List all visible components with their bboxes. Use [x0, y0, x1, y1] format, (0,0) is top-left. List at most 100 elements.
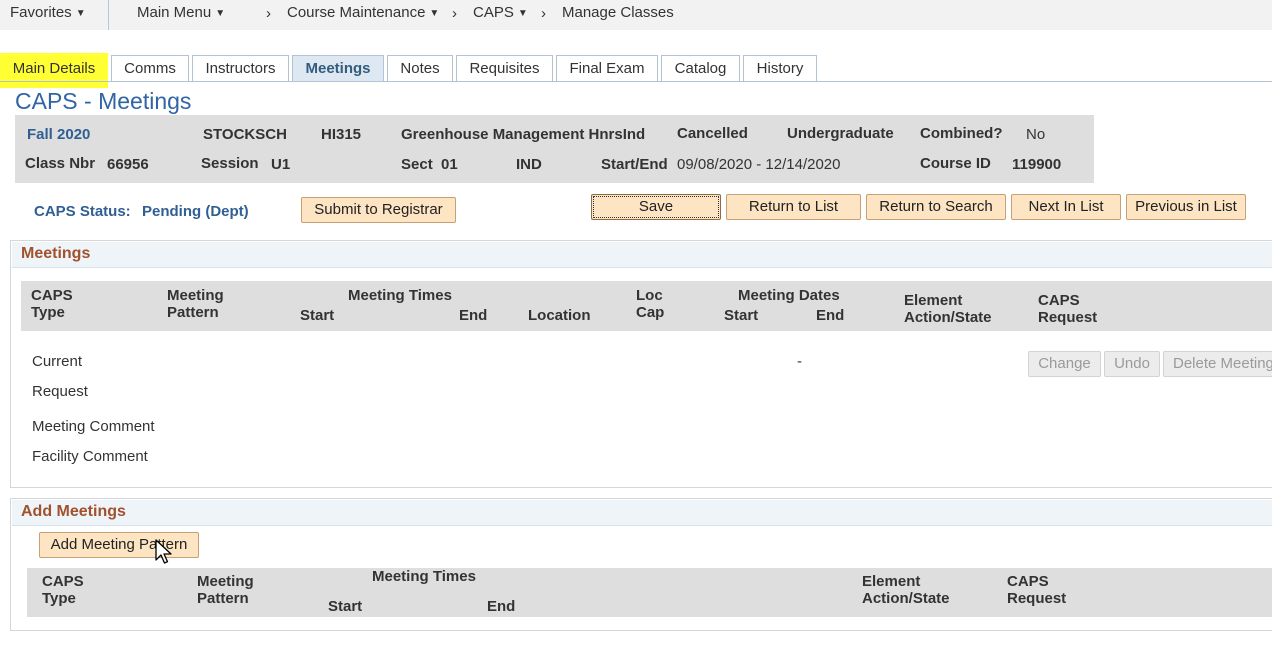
col-type: Type [42, 590, 76, 607]
page-title: CAPS - Meetings [15, 88, 192, 114]
catalog-number: HI315 [321, 126, 362, 143]
class-nbr-label: Class Nbr [25, 155, 96, 172]
col-caps: CAPS [1007, 573, 1049, 590]
breadcrumb-manage-classes[interactable]: Manage Classes [562, 4, 674, 21]
tab-notes[interactable]: Notes [387, 55, 453, 82]
add-meetings-section-header: Add Meetings [12, 500, 1272, 526]
caps-status-value: Pending (Dept) [142, 203, 249, 220]
favorites-menu[interactable]: Favorites ▼ [10, 4, 86, 21]
breadcrumb-course-maintenance[interactable]: Course Maintenance ▼ [287, 4, 439, 21]
chevron-right-icon: › [452, 5, 457, 22]
subject: STOCKSCH [203, 126, 287, 143]
breadcrumb-caps[interactable]: CAPS ▼ [473, 4, 528, 21]
mouse-pointer-icon [155, 539, 172, 564]
nav-divider [108, 0, 109, 30]
add-meetings-grid-header: CAPS Type Meeting Pattern Meeting Times St… [27, 568, 1272, 617]
add-meetings-section-title: Add Meetings [21, 503, 126, 520]
col-request: Request [1007, 590, 1067, 607]
col-meeting: Meeting [197, 573, 254, 590]
main-menu[interactable]: Main Menu ▼ [137, 4, 225, 21]
meetings-section-title: Meetings [21, 245, 91, 262]
col-times-start: Start [300, 307, 335, 324]
caret-down-icon: ▼ [75, 8, 86, 19]
add-meeting-pattern-button[interactable]: Add Meeting Pattern [39, 532, 199, 558]
start-end-value: 09/08/2020 - 12/14/2020 [677, 156, 841, 173]
breadcrumb-label: CAPS [473, 4, 514, 21]
row-meeting-comment-label: Meeting Comment [32, 418, 155, 435]
meetings-section-header: Meetings [12, 242, 1272, 268]
col-element: Element [904, 292, 963, 309]
tab-comms[interactable]: Comms [111, 55, 189, 82]
sect-label: Sect [401, 156, 433, 173]
meeting-dates-dash: - [797, 353, 802, 370]
tab-baseline [0, 81, 1272, 82]
col-caps-request: CAPS Request [1007, 573, 1066, 607]
tab-requisites[interactable]: Requisites [456, 55, 553, 82]
col-pattern: Pattern [167, 304, 219, 321]
breadcrumb-label: Manage Classes [562, 4, 674, 21]
caret-down-icon: ▼ [215, 8, 226, 19]
save-button[interactable]: Save [591, 194, 721, 220]
main-menu-label: Main Menu [137, 4, 212, 21]
sect-value: 01 [441, 156, 458, 173]
meetings-section: Meetings CAPS Type Meeting Pattern Meeting… [10, 240, 1272, 488]
tab-main-details[interactable]: Main Details [0, 53, 108, 88]
col-element-action: Element Action/State [862, 573, 950, 607]
col-loc-cap: Loc Cap [636, 287, 664, 321]
session-label: Session [201, 155, 259, 172]
return-to-search-button[interactable]: Return to Search [866, 194, 1006, 220]
term: Fall 2020 [27, 126, 91, 143]
col-action-state: Action/State [862, 590, 950, 607]
class-status: Cancelled [677, 125, 748, 142]
col-times-end: End [487, 598, 516, 615]
chevron-right-icon: › [541, 5, 546, 22]
submit-to-registrar-button[interactable]: Submit to Registrar [301, 197, 456, 223]
breadcrumb-label: Course Maintenance [287, 4, 426, 21]
tab-final-exam[interactable]: Final Exam [556, 55, 658, 82]
tab-catalog[interactable]: Catalog [661, 55, 740, 82]
add-meetings-section: Add Meetings Add Meeting Pattern CAPS Typ… [10, 498, 1272, 631]
chevron-right-icon: › [266, 5, 271, 22]
tab-meetings[interactable]: Meetings [292, 55, 384, 82]
class-header-box: Fall 2020 STOCKSCH HI315 Greenhouse Mana… [15, 115, 1094, 183]
row-current-label: Current [32, 353, 83, 370]
next-in-list-button[interactable]: Next In List [1011, 194, 1121, 220]
col-meeting-pattern: Meeting Pattern [197, 573, 254, 607]
col-meeting-times: Meeting Times [372, 568, 476, 585]
row-facility-comment-label: Facility Comment [32, 448, 148, 465]
col-caps: CAPS [42, 573, 84, 590]
combined-value: No [1026, 126, 1046, 143]
previous-in-list-button[interactable]: Previous in List [1126, 194, 1246, 220]
favorites-label: Favorites [10, 4, 72, 21]
class-nbr-value: 66956 [107, 156, 149, 173]
col-element-action: Element Action/State [904, 292, 992, 326]
caps-status-label: CAPS Status: [34, 203, 131, 220]
course-id-label: Course ID [920, 155, 991, 172]
change-button[interactable]: Change [1028, 351, 1101, 377]
undo-button[interactable]: Undo [1104, 351, 1160, 377]
caret-down-icon: ▼ [429, 8, 440, 19]
combined-label: Combined? [920, 125, 1003, 142]
top-nav-bar: Favorites ▼ Main Menu ▼ › Course Maintenan… [0, 0, 1272, 30]
component: IND [516, 156, 542, 173]
course-id-value: 119900 [1012, 156, 1062, 173]
col-type: Type [31, 304, 65, 321]
col-meeting-dates: Meeting Dates [738, 287, 840, 304]
return-to-list-button[interactable]: Return to List [726, 194, 861, 220]
delete-meeting-button[interactable]: Delete Meeting [1163, 351, 1272, 377]
tab-history[interactable]: History [743, 55, 817, 82]
caret-down-icon: ▼ [517, 8, 528, 19]
col-caps: CAPS [1038, 292, 1080, 309]
col-meeting-pattern: Meeting Pattern [167, 287, 224, 321]
col-caps-type: CAPS Type [31, 287, 73, 321]
col-caps-request: CAPS Request [1038, 292, 1097, 326]
col-meeting: Meeting [167, 287, 224, 304]
col-action-state: Action/State [904, 309, 992, 326]
col-pattern: Pattern [197, 590, 249, 607]
meetings-grid-header: CAPS Type Meeting Pattern Meeting Times St… [21, 281, 1272, 331]
col-location: Location [528, 307, 591, 324]
col-times-end: End [459, 307, 488, 324]
col-dates-end: End [816, 307, 845, 324]
career: Undergraduate [787, 125, 894, 142]
tab-instructors[interactable]: Instructors [192, 55, 289, 82]
